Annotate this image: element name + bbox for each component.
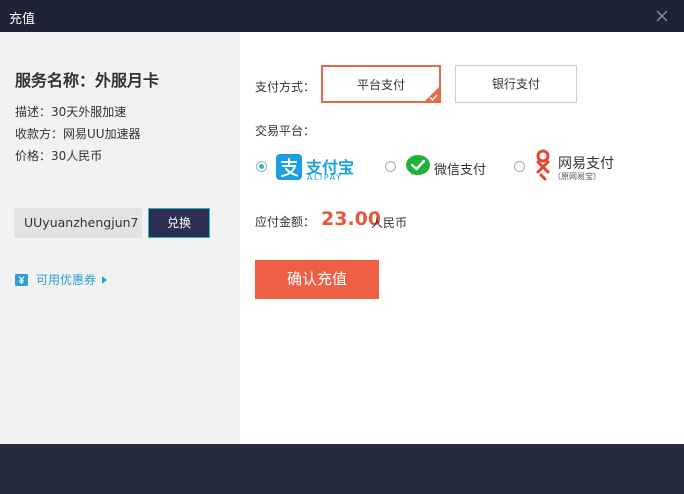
check-icon bbox=[429, 94, 438, 101]
netease-sub: （原网易宝） bbox=[553, 172, 601, 181]
exchange-button[interactable]: 兑换 bbox=[148, 208, 210, 238]
service-panel: 服务名称：外服月卡 描述：30天外服加速 收款方：网易UU加速器 价格：30人民… bbox=[0, 32, 240, 444]
platform-pay-label: 平台支付 bbox=[356, 78, 405, 92]
alipay-sub: ALIPAY bbox=[307, 173, 343, 182]
code-input[interactable]: UUyuanzhengjun7 bbox=[14, 208, 142, 238]
netease-pay-icon bbox=[536, 149, 550, 181]
platform-pay-button[interactable]: 平台支付 bbox=[321, 65, 441, 103]
close-icon[interactable] bbox=[652, 6, 672, 26]
coupon-label: 可用优惠券 bbox=[36, 273, 97, 287]
footer-bar bbox=[0, 444, 684, 494]
title-bar: 充值 bbox=[0, 0, 684, 32]
triangle-right-icon bbox=[102, 275, 108, 284]
amount-unit: 人民币 bbox=[371, 216, 408, 230]
payment-panel: 支付方式： 平台支付 银行支付 交易平台： 支付宝 ALIPAY 微信支付 网易… bbox=[240, 32, 684, 444]
confirm-recharge-button[interactable]: 确认充值 bbox=[255, 260, 379, 299]
wechat-radio[interactable] bbox=[385, 161, 396, 172]
service-description: 描述：30天外服加速 bbox=[15, 105, 127, 119]
amount-label: 应付金额： bbox=[255, 215, 316, 229]
payment-method-label: 支付方式： bbox=[255, 80, 316, 94]
alipay-icon bbox=[276, 154, 302, 180]
coupon-link[interactable]: 可用优惠券 bbox=[15, 271, 108, 288]
netease-text: 网易支付 bbox=[558, 156, 614, 172]
wechat-text: 微信支付 bbox=[434, 163, 487, 178]
service-price: 价格：30人民币 bbox=[15, 149, 103, 163]
service-name: 服务名称：外服月卡 bbox=[15, 71, 160, 90]
netease-radio[interactable] bbox=[514, 161, 525, 172]
service-payee: 收款方：网易UU加速器 bbox=[15, 127, 141, 141]
bank-pay-label: 银行支付 bbox=[491, 77, 540, 91]
window-title: 充值 bbox=[9, 12, 36, 27]
trade-platform-label: 交易平台： bbox=[255, 124, 316, 138]
wechat-pay-icon bbox=[406, 155, 430, 175]
alipay-radio[interactable] bbox=[256, 161, 267, 172]
bank-pay-button[interactable]: 银行支付 bbox=[455, 65, 577, 103]
coupon-icon bbox=[15, 273, 28, 286]
